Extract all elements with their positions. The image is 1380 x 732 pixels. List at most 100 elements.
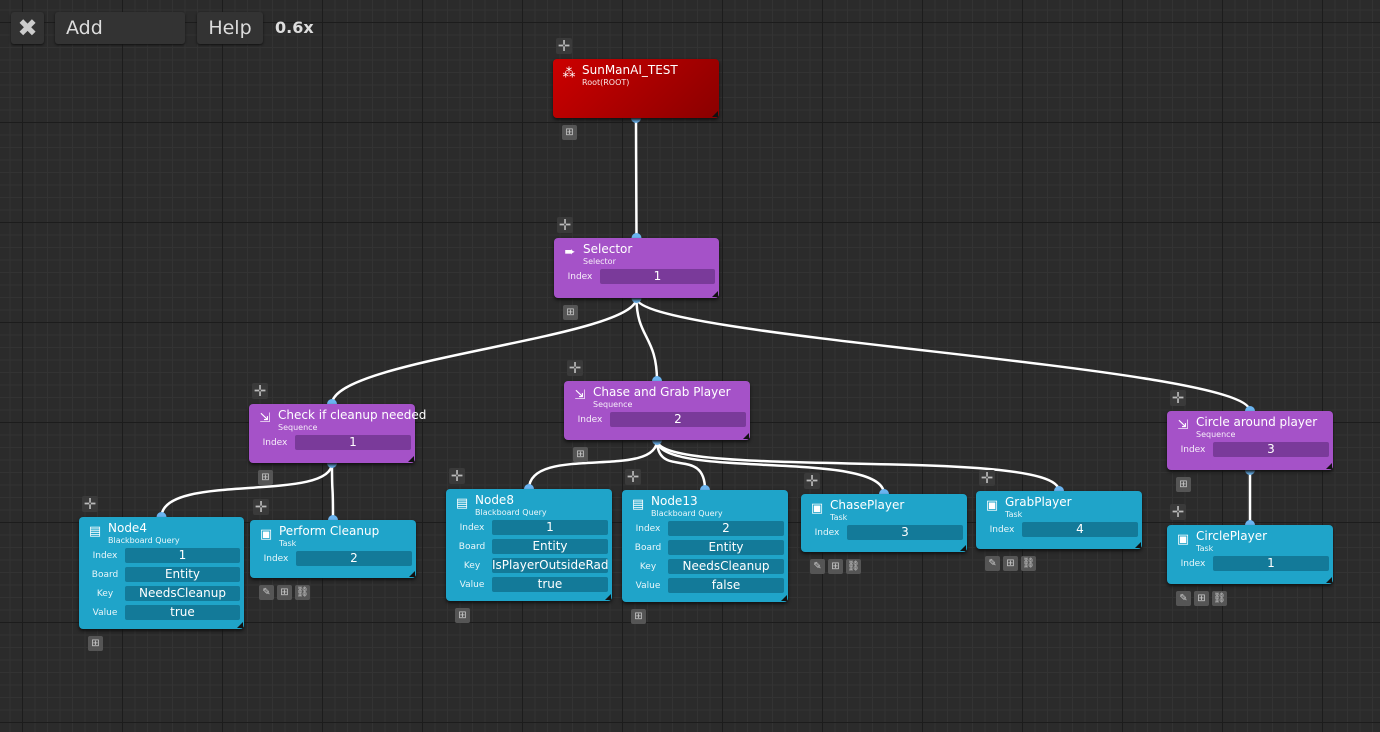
field-value-input[interactable]: 4 — [1022, 522, 1138, 537]
resize-handle[interactable] — [408, 456, 414, 462]
field-label: Board — [634, 543, 662, 553]
node-node8[interactable]: ▤ Node8 Blackboard Query Index 1 Board E… — [446, 489, 612, 601]
field-label: Index — [92, 551, 118, 561]
field-value-input[interactable]: Entity — [668, 540, 784, 555]
link-icon[interactable]: ⛓ — [1021, 556, 1036, 571]
node-type: Task — [1196, 544, 1214, 553]
field-value-input[interactable]: 2 — [610, 412, 746, 427]
node-check[interactable]: ⇲ Check if cleanup needed Sequence Index… — [249, 404, 426, 463]
field-row: Value false — [626, 578, 784, 594]
field-value-input[interactable]: false — [668, 578, 784, 593]
move-handle-icon[interactable]: ✛ — [979, 470, 995, 486]
move-handle-icon[interactable]: ✛ — [449, 468, 465, 484]
edit-icon[interactable]: ✎ — [1176, 591, 1191, 606]
field-value-input[interactable]: IsPlayerOutsideRadius — [492, 558, 608, 573]
node-circleplayer[interactable]: ▣ CirclePlayer Task Index 1 — [1167, 525, 1333, 584]
add-icon[interactable]: ⊞ — [1176, 477, 1191, 492]
node-node4[interactable]: ▤ Node4 Blackboard Query Index 1 Board E… — [79, 517, 244, 629]
field-row: Value true — [450, 577, 608, 593]
field-value-input[interactable]: Entity — [492, 539, 608, 554]
link-icon[interactable]: ⛓ — [1212, 591, 1227, 606]
field-row: Index 1 — [558, 269, 715, 285]
field-value-input[interactable]: Entity — [125, 567, 240, 582]
field-row: Board Entity — [626, 540, 784, 556]
field-value-input[interactable]: 1 — [125, 548, 240, 563]
node-perform[interactable]: ▣ Perform Cleanup Task Index 2 — [250, 520, 416, 578]
field-value-input[interactable]: 2 — [296, 551, 412, 566]
field-row: Board Entity — [450, 539, 608, 555]
task-icon: ▣ — [259, 527, 273, 542]
node-grabplayer[interactable]: ▣ GrabPlayer Task Index 4 — [976, 491, 1142, 549]
move-handle-icon[interactable]: ✛ — [804, 473, 820, 489]
move-handle-icon[interactable]: ✛ — [567, 360, 583, 376]
move-handle-icon[interactable]: ✛ — [82, 496, 98, 512]
field-value-input[interactable]: 3 — [1213, 442, 1329, 457]
node-chase[interactable]: ⇲ Chase and Grab Player Sequence Index 2 — [564, 381, 750, 440]
task-icon: ▣ — [810, 501, 824, 516]
node-toolbar: ✎ ⊞ ⛓ — [259, 585, 310, 600]
field-value-input[interactable]: true — [125, 605, 240, 620]
move-handle-icon[interactable]: ✛ — [252, 383, 268, 399]
node-toolbar: ⊞ — [88, 636, 103, 651]
move-handle-icon[interactable]: ✛ — [556, 38, 572, 54]
move-handle-icon[interactable]: ✛ — [625, 469, 641, 485]
field-row: Index 4 — [980, 522, 1138, 538]
resize-handle[interactable] — [237, 622, 243, 628]
add-icon[interactable]: ⊞ — [631, 609, 646, 624]
resize-handle[interactable] — [409, 571, 415, 577]
add-icon[interactable]: ⊞ — [1194, 591, 1209, 606]
node-toolbar: ⊞ — [573, 447, 588, 462]
node-toolbar: ✎ ⊞ ⛓ — [1176, 591, 1227, 606]
add-icon[interactable]: ⊞ — [828, 559, 843, 574]
add-icon[interactable]: ⊞ — [277, 585, 292, 600]
node-root[interactable]: ⁂ SunManAI_TEST Root(ROOT) — [553, 59, 719, 118]
field-value-input[interactable]: 1 — [492, 520, 608, 535]
node-title: SunManAI_TEST — [582, 63, 678, 77]
resize-handle[interactable] — [1135, 542, 1141, 548]
resize-handle[interactable] — [712, 291, 718, 297]
add-icon[interactable]: ⊞ — [88, 636, 103, 651]
add-icon[interactable]: ⊞ — [1003, 556, 1018, 571]
field-label: Index — [577, 415, 603, 425]
field-value-input[interactable]: 1 — [295, 435, 411, 450]
resize-handle[interactable] — [1326, 577, 1332, 583]
add-icon[interactable]: ⊞ — [562, 125, 577, 140]
resize-handle[interactable] — [781, 595, 787, 601]
field-value-input[interactable]: NeedsCleanup — [668, 559, 784, 574]
resize-handle[interactable] — [712, 111, 718, 117]
node-toolbar: ⊞ — [1176, 477, 1191, 492]
edit-icon[interactable]: ✎ — [259, 585, 274, 600]
node-type: Sequence — [1196, 430, 1236, 439]
field-row: Index 1 — [1171, 556, 1329, 572]
link-icon[interactable]: ⛓ — [295, 585, 310, 600]
link-icon[interactable]: ⛓ — [846, 559, 861, 574]
resize-handle[interactable] — [960, 545, 966, 551]
field-value-input[interactable]: 1 — [600, 269, 715, 284]
resize-handle[interactable] — [743, 433, 749, 439]
add-icon[interactable]: ⊞ — [573, 447, 588, 462]
move-handle-icon[interactable]: ✛ — [1170, 390, 1186, 406]
edit-icon[interactable]: ✎ — [810, 559, 825, 574]
add-icon[interactable]: ⊞ — [563, 305, 578, 320]
move-handle-icon[interactable]: ✛ — [253, 499, 269, 515]
field-row: Index 3 — [805, 525, 963, 541]
add-icon[interactable]: ⊞ — [258, 470, 273, 485]
node-title: CirclePlayer — [1196, 529, 1268, 543]
field-value-input[interactable]: true — [492, 577, 608, 592]
node-chaseplayer[interactable]: ▣ ChasePlayer Task Index 3 — [801, 494, 967, 552]
resize-handle[interactable] — [605, 594, 611, 600]
blackboard-icon: ▤ — [631, 497, 645, 512]
field-value-input[interactable]: 1 — [1213, 556, 1329, 571]
node-node13[interactable]: ▤ Node13 Blackboard Query Index 2 Board … — [622, 490, 788, 602]
resize-handle[interactable] — [1326, 463, 1332, 469]
move-handle-icon[interactable]: ✛ — [557, 217, 573, 233]
node-selector[interactable]: ➨ Selector Selector Index 1 — [554, 238, 719, 298]
field-value-input[interactable]: NeedsCleanup — [125, 586, 240, 601]
field-label: Index — [459, 523, 485, 533]
edit-icon[interactable]: ✎ — [985, 556, 1000, 571]
add-icon[interactable]: ⊞ — [455, 608, 470, 623]
move-handle-icon[interactable]: ✛ — [1170, 504, 1186, 520]
node-circle[interactable]: ⇲ Circle around player Sequence Index 3 — [1167, 411, 1333, 470]
field-value-input[interactable]: 2 — [668, 521, 784, 536]
field-value-input[interactable]: 3 — [847, 525, 963, 540]
